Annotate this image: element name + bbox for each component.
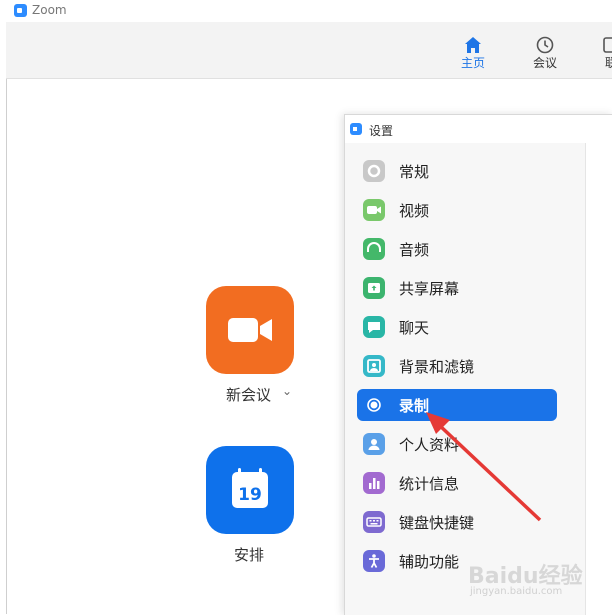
share-screen-icon	[363, 277, 385, 299]
left-window-edge	[0, 22, 7, 614]
menu-item-label: 聊天	[399, 319, 430, 337]
menu-item-label: 辅助功能	[399, 553, 460, 571]
schedule-button[interactable]: 19	[206, 446, 294, 534]
menu-item-label: 常规	[399, 163, 430, 181]
menu-item-profile[interactable]: 个人资料	[357, 428, 557, 460]
contacts-icon	[603, 37, 612, 53]
menu-item-video[interactable]: 视频	[357, 194, 557, 226]
calendar-day-number: 19	[238, 485, 262, 505]
settings-title: 设置	[369, 124, 394, 138]
new-meeting-label: 新会议	[226, 386, 272, 404]
menu-item-label: 共享屏幕	[399, 280, 460, 298]
calendar-icon: 19	[232, 468, 268, 508]
menu-item-general[interactable]: 常规	[357, 155, 557, 187]
home-icon	[465, 37, 481, 53]
nav-contacts[interactable]: 联	[586, 22, 612, 78]
zoom-logo-icon	[14, 4, 27, 17]
settings-menu: 常规 视频 音频 共享屏幕 聊天 背景和滤镜 录制 个人资料 统计信息 键盘快捷…	[345, 143, 586, 615]
accessibility-icon	[363, 550, 385, 572]
menu-item-background[interactable]: 背景和滤镜	[357, 350, 557, 382]
new-meeting-button[interactable]	[206, 286, 294, 374]
settings-window: 设置 常规 视频 音频 共享屏幕 聊天 背景和滤镜 录制 个人资料 统计信息 键…	[344, 114, 612, 615]
background-icon	[363, 355, 385, 377]
video-icon	[363, 199, 385, 221]
chat-icon	[363, 316, 385, 338]
statistics-icon	[363, 472, 385, 494]
video-camera-icon	[228, 318, 272, 342]
nav-contacts-label: 联	[604, 56, 612, 70]
menu-item-share-screen[interactable]: 共享屏幕	[357, 272, 557, 304]
menu-item-label: 个人资料	[399, 436, 460, 454]
keyboard-icon	[363, 511, 385, 533]
menu-item-audio[interactable]: 音频	[357, 233, 557, 265]
menu-item-label: 键盘快捷键	[399, 514, 475, 532]
zoom-logo-icon	[350, 123, 362, 135]
record-icon	[363, 394, 385, 416]
menu-item-statistics[interactable]: 统计信息	[357, 467, 557, 499]
menu-item-recording[interactable]: 录制	[357, 389, 557, 421]
menu-item-label: 录制	[399, 397, 430, 415]
menu-item-label: 视频	[399, 202, 430, 220]
watermark-url: jingyan.baidu.com	[470, 586, 563, 597]
clock-icon	[536, 36, 554, 54]
title-bar: Zoom	[0, 0, 612, 23]
menu-item-label: 音频	[399, 241, 430, 259]
profile-icon	[363, 433, 385, 455]
settings-title-bar: 设置	[345, 115, 612, 143]
window-title: Zoom	[32, 3, 67, 17]
chevron-down-icon[interactable]: ⌄	[282, 384, 292, 398]
headphone-icon	[363, 238, 385, 260]
menu-item-label: 背景和滤镜	[399, 358, 475, 376]
menu-item-chat[interactable]: 聊天	[357, 311, 557, 343]
nav-meetings[interactable]: 会议	[520, 22, 570, 78]
menu-item-label: 统计信息	[399, 475, 460, 493]
top-navbar: 主页 会议 联	[6, 22, 612, 79]
gear-icon	[363, 160, 385, 182]
menu-item-keyboard-shortcuts[interactable]: 键盘快捷键	[357, 506, 557, 538]
nav-home-label: 主页	[460, 56, 485, 70]
nav-meetings-label: 会议	[532, 56, 557, 70]
schedule-label: 安排	[234, 546, 265, 564]
nav-home[interactable]: 主页	[448, 22, 498, 78]
